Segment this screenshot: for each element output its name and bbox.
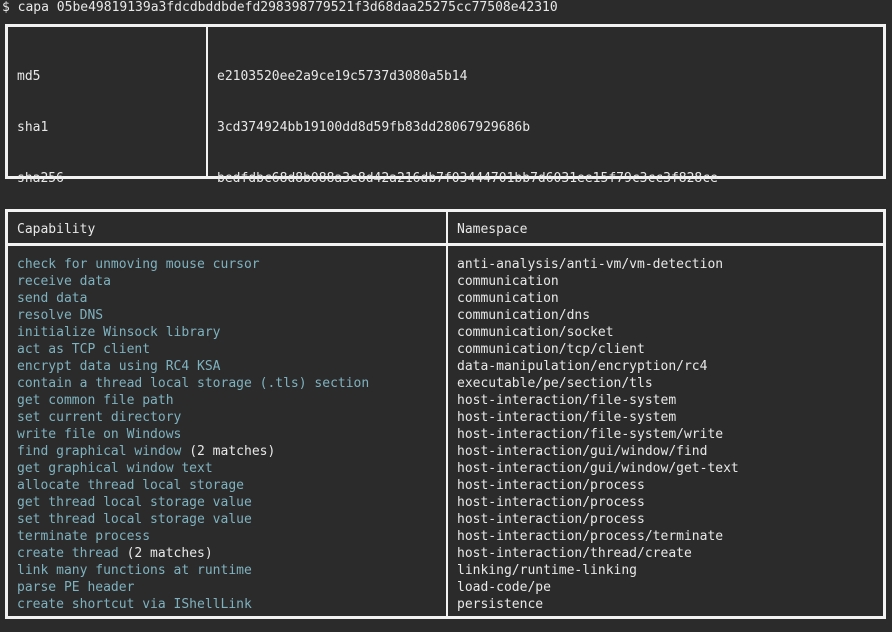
namespace-column: anti-analysis/anti-vm/vm-detection commun… xyxy=(457,256,739,613)
capability-name: set current directory xyxy=(17,410,182,425)
capabilities-table: Capability Namespace check for unmoving … xyxy=(5,209,886,619)
capability-name: write file on Windows xyxy=(17,427,182,442)
capability-name: send data xyxy=(17,291,88,306)
column-divider xyxy=(446,212,448,616)
capability-row: write file on Windows xyxy=(17,426,369,443)
namespace-cell: host-interaction/thread/create xyxy=(457,546,692,561)
namespace-cell: anti-analysis/anti-vm/vm-detection xyxy=(457,257,724,272)
capability-name: find graphical window xyxy=(17,444,182,459)
namespace-cell: persistence xyxy=(457,597,544,612)
namespace-cell: host-interaction/process/terminate xyxy=(457,529,724,544)
capability-name: initialize Winsock library xyxy=(17,325,221,340)
meta-key: md5 xyxy=(17,69,41,84)
capability-row: set thread local storage value xyxy=(17,511,369,528)
namespace-cell: communication/tcp/client xyxy=(457,342,645,357)
column-divider xyxy=(206,27,208,176)
capability-name: link many functions at runtime xyxy=(17,563,252,578)
capability-name: receive data xyxy=(17,274,111,289)
meta-key: sha1 xyxy=(17,120,49,135)
namespace-cell: host-interaction/file-system xyxy=(457,393,677,408)
capability-name: get common file path xyxy=(17,393,174,408)
namespace-cell: linking/runtime-linking xyxy=(457,563,638,578)
capability-name: terminate process xyxy=(17,529,151,544)
capability-name: get graphical window text xyxy=(17,461,213,476)
namespace-cell: executable/pe/section/tls xyxy=(457,376,653,391)
namespace-cell: communication xyxy=(457,291,559,306)
namespace-column-header: Namespace xyxy=(457,222,528,237)
capability-row: get graphical window text xyxy=(17,460,369,477)
capability-row: link many functions at runtime xyxy=(17,562,369,579)
capability-name: parse PE header xyxy=(17,580,135,595)
capability-row: check for unmoving mouse cursor xyxy=(17,256,369,273)
meta-value-sha256: bedfdbc68d8b088a3e8d42a216db7f03444701bb… xyxy=(217,171,718,186)
namespace-cell: host-interaction/file-system/write xyxy=(457,427,724,442)
capability-name: resolve DNS xyxy=(17,308,104,323)
capability-row: allocate thread local storage xyxy=(17,477,369,494)
meta-value-md5: e2103520ee2a9ce19c5737d3080a5b14 xyxy=(217,69,468,84)
namespace-cell: host-interaction/file-system xyxy=(457,410,677,425)
capability-name: allocate thread local storage xyxy=(17,478,244,493)
namespace-cell: communication/socket xyxy=(457,325,614,340)
header-separator xyxy=(8,243,883,246)
capability-name: create thread xyxy=(17,546,119,561)
capability-name: set thread local storage value xyxy=(17,512,252,527)
capability-name: create shortcut via IShellLink xyxy=(17,597,252,612)
capability-name: get thread local storage value xyxy=(17,495,252,510)
capability-row: parse PE header xyxy=(17,579,369,596)
meta-value-sha1: 3cd374924bb19100dd8d59fb83dd28067929686b xyxy=(217,120,531,135)
capability-row: initialize Winsock library xyxy=(17,324,369,341)
capability-row: encrypt data using RC4 KSA xyxy=(17,358,369,375)
capability-column-header: Capability xyxy=(17,222,96,237)
capability-row: get common file path xyxy=(17,392,369,409)
namespace-cell: host-interaction/gui/window/get-text xyxy=(457,461,739,476)
namespace-cell: load-code/pe xyxy=(457,580,551,595)
capability-row: resolve DNS xyxy=(17,307,369,324)
file-metadata-table: md5 sha1 sha256 analysis os format arch … xyxy=(5,24,886,441)
capability-row: create thread (2 matches) xyxy=(17,545,369,562)
meta-key: sha256 xyxy=(17,171,64,186)
capability-row: set current directory xyxy=(17,409,369,426)
capability-name: contain a thread local storage (.tls) se… xyxy=(17,376,370,391)
capability-name: encrypt data using RC4 KSA xyxy=(17,359,221,374)
namespace-cell: host-interaction/process xyxy=(457,495,645,510)
namespace-cell: communication xyxy=(457,274,559,289)
capability-row: act as TCP client xyxy=(17,341,369,358)
capability-row: send data xyxy=(17,290,369,307)
capability-row: find graphical window (2 matches) xyxy=(17,443,369,460)
terminal-command-line: $ capa 05be49819139a3fdcdbddbdefd2983987… xyxy=(2,0,558,15)
match-count: (2 matches) xyxy=(118,546,213,561)
capability-row: contain a thread local storage (.tls) se… xyxy=(17,375,369,392)
namespace-cell: host-interaction/process xyxy=(457,512,645,527)
namespace-cell: communication/dns xyxy=(457,308,591,323)
capability-column: check for unmoving mouse cursor receive d… xyxy=(17,256,369,613)
capability-row: create shortcut via IShellLink xyxy=(17,596,369,613)
match-count: (2 matches) xyxy=(181,444,276,459)
capability-row: receive data xyxy=(17,273,369,290)
namespace-cell: host-interaction/gui/window/find xyxy=(457,444,708,459)
capability-row: terminate process xyxy=(17,528,369,545)
capability-row: get thread local storage value xyxy=(17,494,369,511)
namespace-cell: data-manipulation/encryption/rc4 xyxy=(457,359,708,374)
namespace-cell: host-interaction/process xyxy=(457,478,645,493)
capability-name: check for unmoving mouse cursor xyxy=(17,257,260,272)
capability-name: act as TCP client xyxy=(17,342,151,357)
